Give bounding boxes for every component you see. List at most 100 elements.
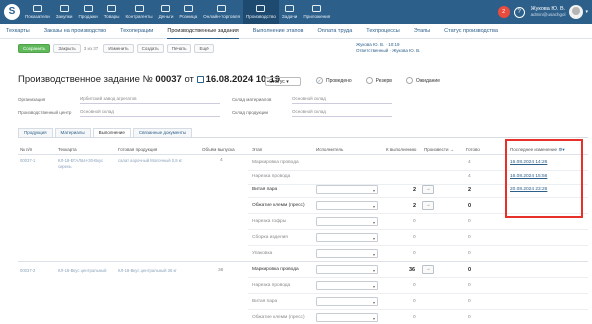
nav-item-label: Розница bbox=[179, 14, 198, 19]
col-num: № п/п bbox=[20, 147, 33, 152]
goods-icon bbox=[107, 5, 117, 12]
print-button[interactable]: Печать bbox=[166, 43, 192, 53]
ready-qty: 0 bbox=[468, 235, 471, 240]
waiting-checkbox[interactable] bbox=[405, 77, 413, 84]
tab-8[interactable]: Статус производства bbox=[444, 24, 498, 39]
create-button[interactable]: Создать bbox=[136, 43, 164, 53]
nav-item-5[interactable]: Деньги bbox=[156, 0, 177, 24]
subtab-2[interactable]: Выполнение bbox=[92, 128, 131, 137]
tab-0[interactable]: Техкарты bbox=[6, 24, 30, 39]
executor-select[interactable]: ▾ bbox=[316, 201, 378, 210]
tab-5[interactable]: Оплата труда bbox=[317, 24, 352, 39]
produce-arrow-button[interactable]: → bbox=[422, 265, 434, 274]
tab-4[interactable]: Выполнение этапов bbox=[253, 24, 304, 39]
calendar-icon[interactable] bbox=[196, 75, 204, 83]
nav-item-7[interactable]: Онлайн-торговля bbox=[200, 0, 243, 24]
stage-name: Витая пара bbox=[252, 299, 278, 304]
more-button[interactable]: Ещё bbox=[194, 43, 214, 53]
avatar[interactable] bbox=[569, 5, 584, 19]
nav-item-4[interactable]: Контрагенты bbox=[123, 0, 156, 24]
close-button[interactable]: Закрыть bbox=[53, 43, 81, 53]
highlight-box bbox=[505, 139, 583, 218]
reserve-checkbox[interactable] bbox=[365, 77, 373, 84]
tab-2[interactable]: Техоперации bbox=[120, 24, 153, 39]
col-todo: К выполнению bbox=[386, 147, 417, 152]
nav-item-0[interactable]: Показатели bbox=[22, 0, 53, 24]
stage-name: Обжатие клемм (пресс) bbox=[252, 203, 305, 208]
sales-icon bbox=[83, 5, 93, 12]
tab-3[interactable]: Производственные задания bbox=[167, 24, 239, 39]
save-button[interactable]: Сохранить bbox=[18, 43, 51, 53]
todo-qty: 36 bbox=[409, 267, 416, 273]
todo-qty: 2 bbox=[413, 187, 417, 193]
posted-checkbox[interactable]: ✓ bbox=[316, 77, 323, 84]
nav-item-label: Товары bbox=[103, 14, 120, 19]
group2-techcard[interactable]: КЛ-18-Вкус центральный bbox=[58, 268, 114, 274]
document-number[interactable]: 00037 bbox=[155, 74, 181, 85]
executor-select[interactable]: ▾ bbox=[316, 185, 378, 194]
status-select[interactable]: Статус ▾ bbox=[265, 77, 301, 86]
center-field[interactable]: Основной склад bbox=[80, 109, 220, 117]
produce-arrow-button[interactable]: → bbox=[422, 185, 434, 194]
nav-item-1[interactable]: Закупки bbox=[53, 0, 76, 24]
todo-qty: 0 bbox=[413, 315, 416, 320]
tab-7[interactable]: Этапы bbox=[414, 24, 430, 39]
stage-name: Обжатие клемм (пресс) bbox=[252, 315, 305, 320]
notification-bell-icon[interactable]: 2 bbox=[497, 6, 510, 18]
executor-select[interactable]: ▾ bbox=[316, 265, 378, 274]
nav-item-10[interactable]: Приложения bbox=[300, 0, 333, 24]
stage-name: Нарезка провода bbox=[252, 283, 291, 288]
nav-item-3[interactable]: Товары bbox=[101, 0, 123, 24]
edit-button[interactable]: Изменить bbox=[103, 43, 134, 53]
product-store-label: Склад продукции bbox=[232, 110, 269, 115]
chevron-down-icon: ▾ bbox=[372, 251, 375, 257]
executor-select[interactable]: ▾ bbox=[316, 233, 378, 242]
product-store-field[interactable]: Основной склад bbox=[292, 109, 392, 117]
user-info[interactable]: Жукова Ю. В. admin@usachgol bbox=[531, 6, 566, 18]
ready-qty: 0 bbox=[468, 299, 471, 304]
nav-item-9[interactable]: Задачи bbox=[279, 0, 300, 24]
chevron-down-icon: ▾ bbox=[372, 235, 375, 241]
tab-1[interactable]: Заказы на производство bbox=[44, 24, 106, 39]
ready-qty: 0 bbox=[468, 283, 471, 288]
chevron-down-icon[interactable]: ▾ bbox=[585, 9, 588, 15]
org-field[interactable]: Ирбитский завод агрегатов bbox=[80, 96, 220, 104]
help-icon[interactable]: ? bbox=[513, 6, 525, 18]
stage-name: Маркировка провода bbox=[252, 160, 299, 165]
meta-responsible[interactable]: Ответственный · Жукова Ю. В. bbox=[356, 48, 420, 54]
executor-select[interactable]: ▾ bbox=[316, 281, 378, 290]
todo-qty: 2 bbox=[413, 203, 417, 209]
group1-techcard[interactable]: КЛ-18-ЕГАЛ&Н-30-Вкус сирень bbox=[58, 158, 114, 170]
nav-item-6[interactable]: Розница bbox=[176, 0, 200, 24]
ready-qty: 0 bbox=[468, 203, 472, 209]
row-divider bbox=[248, 229, 588, 230]
executor-select[interactable]: ▾ bbox=[316, 297, 378, 306]
subtab-1[interactable]: Материалы bbox=[54, 128, 91, 137]
produce-arrow-button[interactable]: → bbox=[422, 201, 434, 210]
nav-item-2[interactable]: Продажи bbox=[76, 0, 101, 24]
executor-select[interactable]: ▾ bbox=[316, 249, 378, 258]
group2-product[interactable]: КЛ-18-Вкус центральный 36 кг bbox=[118, 268, 194, 274]
page-title: Производственное задание № 00037 от 16.0… bbox=[18, 74, 280, 85]
executor-select[interactable]: ▾ bbox=[316, 313, 378, 322]
stage-name: Витая пара bbox=[252, 187, 278, 192]
nav-item-label: Закупки bbox=[55, 14, 73, 19]
app-logo[interactable]: S bbox=[4, 4, 20, 20]
row-divider bbox=[248, 245, 588, 246]
group1-product[interactable]: салат аэрочный Молочный 0,8 кг bbox=[118, 158, 194, 164]
contacts-icon bbox=[134, 5, 144, 12]
materials-store-field[interactable]: Основной склад bbox=[292, 96, 392, 104]
group2-num: 00037-2 bbox=[20, 268, 36, 273]
center-label: Производственный центр bbox=[18, 110, 72, 115]
col-produce-label: Произвести bbox=[424, 147, 449, 152]
nav-item-label: Задачи bbox=[281, 14, 298, 19]
todo-qty: 0 bbox=[413, 235, 416, 240]
row-divider bbox=[248, 293, 588, 294]
subtab-0[interactable]: Продукция bbox=[18, 128, 53, 137]
tab-6[interactable]: Техпроцессы bbox=[366, 24, 399, 39]
document-toolbar: Сохранить Закрыть 3 из 37 Изменить Созда… bbox=[18, 43, 217, 53]
chevron-down-icon: ▾ bbox=[372, 299, 375, 305]
executor-select[interactable]: ▾ bbox=[316, 217, 378, 226]
nav-item-8[interactable]: Производство bbox=[242, 0, 279, 24]
subtab-3[interactable]: Связанные документы bbox=[132, 128, 193, 137]
